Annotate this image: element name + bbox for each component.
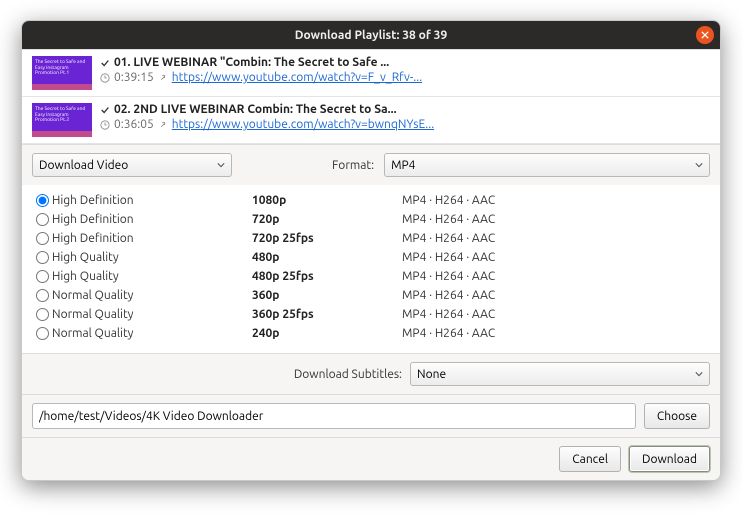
quality-codec: MP4 · H264 · AAC (402, 251, 495, 264)
quality-radio[interactable] (36, 308, 49, 321)
footer: Cancel Download (22, 437, 720, 480)
quality-row[interactable]: Normal Quality 360p 25fps MP4 · H264 · A… (32, 305, 710, 324)
playlist-info: 01. LIVE WEBINAR "Combin: The Secret to … (100, 56, 710, 90)
window-title: Download Playlist: 38 of 39 (295, 29, 447, 42)
quality-name: High Quality (52, 251, 252, 264)
quality-name: Normal Quality (52, 289, 252, 302)
thumbnail: The Secret to Safe and Easy Instagram Pr… (32, 103, 92, 137)
quality-radio[interactable] (36, 327, 49, 340)
chevron-down-icon (695, 370, 703, 378)
clock-icon (100, 120, 110, 130)
quality-name: Normal Quality (52, 308, 252, 321)
quality-row[interactable]: High Definition 1080p MP4 · H264 · AAC (32, 191, 710, 210)
path-input[interactable] (32, 403, 636, 429)
chevron-down-icon (695, 161, 703, 169)
quality-name: Normal Quality (52, 327, 252, 340)
quality-row[interactable]: Normal Quality 240p MP4 · H264 · AAC (32, 324, 710, 343)
quality-resolution: 480p 25fps (252, 270, 402, 283)
clock-icon (100, 73, 110, 83)
quality-codec: MP4 · H264 · AAC (402, 213, 495, 226)
quality-row[interactable]: High Quality 480p 25fps MP4 · H264 · AAC (32, 267, 710, 286)
quality-row[interactable]: High Definition 720p 25fps MP4 · H264 · … (32, 229, 710, 248)
duration: 0:39:15 (114, 71, 154, 84)
quality-codec: MP4 · H264 · AAC (402, 327, 495, 340)
link-icon (158, 120, 168, 130)
quality-resolution: 360p 25fps (252, 308, 402, 321)
quality-resolution: 720p 25fps (252, 232, 402, 245)
action-dropdown[interactable]: Download Video (32, 153, 232, 177)
quality-row[interactable]: High Quality 480p MP4 · H264 · AAC (32, 248, 710, 267)
quality-name: High Quality (52, 270, 252, 283)
playlist-item[interactable]: The Secret to Safe and Easy Instagram Pr… (22, 50, 720, 97)
quality-resolution: 360p (252, 289, 402, 302)
choose-button[interactable]: Choose (644, 403, 710, 429)
quality-radio[interactable] (36, 251, 49, 264)
titlebar: Download Playlist: 38 of 39 (22, 21, 720, 49)
playlist-title: 02. 2ND LIVE WEBINAR Combin: The Secret … (114, 103, 397, 116)
cancel-button[interactable]: Cancel (559, 446, 621, 472)
format-value: MP4 (391, 159, 415, 172)
subtitles-value: None (417, 368, 446, 381)
playlist-title: 01. LIVE WEBINAR "Combin: The Secret to … (114, 56, 389, 69)
quality-codec: MP4 · H264 · AAC (402, 289, 495, 302)
close-button[interactable] (696, 26, 714, 44)
close-icon (701, 31, 709, 39)
quality-codec: MP4 · H264 · AAC (402, 270, 495, 283)
link-icon (158, 73, 168, 83)
playlist-info: 02. 2ND LIVE WEBINAR Combin: The Secret … (100, 103, 710, 137)
quality-list: High Definition 1080p MP4 · H264 · AAC H… (22, 185, 720, 353)
quality-radio[interactable] (36, 270, 49, 283)
action-dropdown-label: Download Video (39, 159, 128, 172)
quality-resolution: 480p (252, 251, 402, 264)
format-section: Download Video Format: MP4 (22, 144, 720, 185)
quality-codec: MP4 · H264 · AAC (402, 194, 495, 207)
quality-row[interactable]: Normal Quality 360p MP4 · H264 · AAC (32, 286, 710, 305)
check-icon (100, 58, 110, 68)
quality-name: High Definition (52, 213, 252, 226)
quality-radio[interactable] (36, 194, 49, 207)
video-url-link[interactable]: https://www.youtube.com/watch?v=bwnqNYsE… (172, 118, 434, 131)
video-url-link[interactable]: https://www.youtube.com/watch?v=F_v_Rfv-… (172, 71, 422, 84)
playlist-item[interactable]: The Secret to Safe and Easy Instagram Pr… (22, 97, 720, 144)
dialog-window: Download Playlist: 38 of 39 The Secret t… (21, 20, 721, 481)
quality-resolution: 1080p (252, 194, 402, 207)
quality-resolution: 720p (252, 213, 402, 226)
quality-name: High Definition (52, 232, 252, 245)
quality-codec: MP4 · H264 · AAC (402, 232, 495, 245)
subtitles-label: Download Subtitles: (294, 368, 402, 381)
check-icon (100, 105, 110, 115)
path-row: Choose (22, 394, 720, 437)
quality-radio[interactable] (36, 213, 49, 226)
quality-codec: MP4 · H264 · AAC (402, 308, 495, 321)
quality-name: High Definition (52, 194, 252, 207)
quality-resolution: 240p (252, 327, 402, 340)
format-label: Format: (332, 159, 374, 172)
content-area: The Secret to Safe and Easy Instagram Pr… (22, 49, 720, 480)
quality-row[interactable]: High Definition 720p MP4 · H264 · AAC (32, 210, 710, 229)
format-dropdown[interactable]: MP4 (384, 153, 710, 177)
download-button[interactable]: Download (629, 446, 710, 472)
duration: 0:36:05 (114, 118, 154, 131)
chevron-down-icon (217, 161, 225, 169)
quality-radio[interactable] (36, 232, 49, 245)
subtitles-row: Download Subtitles: None (22, 353, 720, 394)
quality-radio[interactable] (36, 289, 49, 302)
subtitles-dropdown[interactable]: None (410, 362, 710, 386)
thumbnail: The Secret to Safe and Easy Instagram Pr… (32, 56, 92, 90)
playlist-list[interactable]: The Secret to Safe and Easy Instagram Pr… (22, 49, 720, 144)
